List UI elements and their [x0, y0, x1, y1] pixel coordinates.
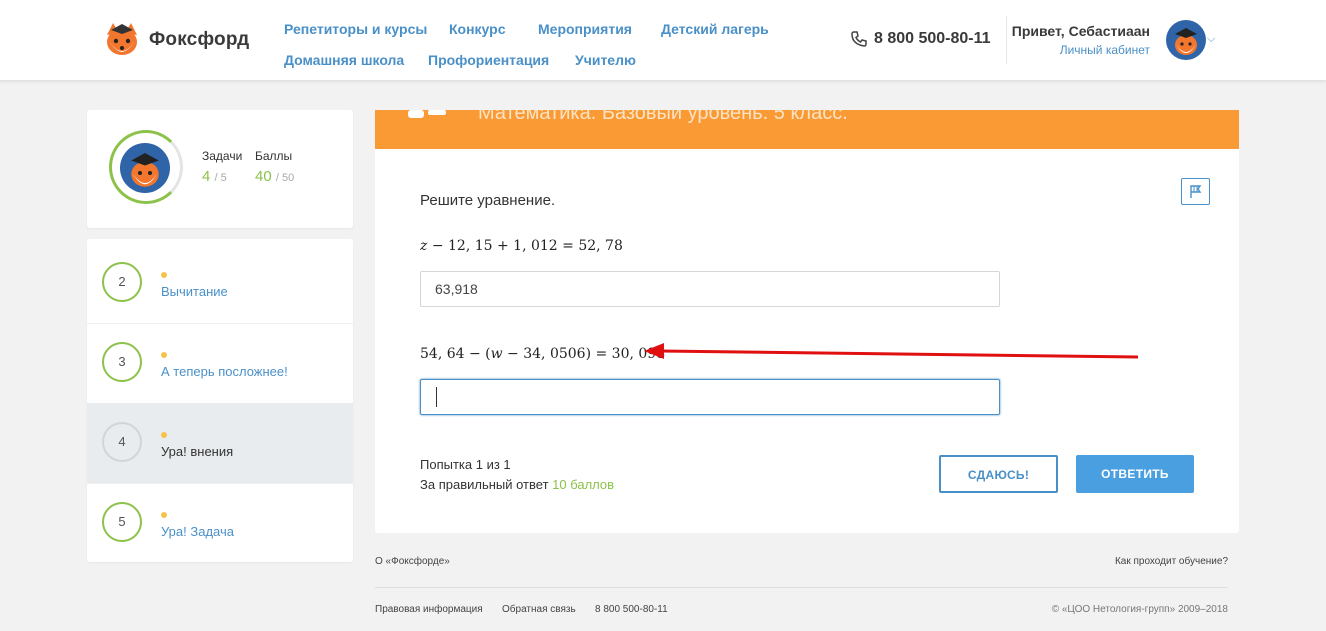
- points-info: За правильный ответ 10 баллов: [420, 475, 614, 495]
- nav-teacher[interactable]: Учителю: [575, 52, 636, 68]
- equation-2-prefix: 54, 64 − (: [420, 346, 491, 362]
- footer-feedback-link[interactable]: Обратная связь: [502, 604, 576, 615]
- task-item-5[interactable]: 5 Ура! Задача: [87, 483, 353, 562]
- course-banner: Математика. Базовый уровень. 5 класс.: [375, 110, 1239, 149]
- phone-number: 8 800 500-80-11: [874, 30, 991, 47]
- give-up-button[interactable]: СДАЮСЬ!: [939, 455, 1058, 493]
- points-total: / 50: [275, 172, 295, 184]
- nav-career[interactable]: Профориентация: [428, 52, 549, 68]
- task-title: Вычитание: [161, 284, 228, 299]
- red-arrow-annotation: [644, 343, 1139, 359]
- profile-avatar: [120, 143, 170, 193]
- equation-2-variable: w: [490, 346, 503, 362]
- fox-avatar-icon: [1175, 28, 1197, 55]
- course-icon: [408, 110, 446, 118]
- submit-button[interactable]: ОТВЕТИТЬ: [1076, 455, 1194, 493]
- cabinet-link[interactable]: Личный кабинет: [1012, 43, 1150, 57]
- copyright: © «ЦОО Нетология-групп» 2009–2018: [1051, 604, 1228, 615]
- points-value: 40: [255, 168, 272, 185]
- task-title: Ура! внения: [161, 444, 234, 459]
- greeting-text: Привет, Себастиаан: [1011, 23, 1150, 39]
- header: Фоксфорд Репетиторы и курсы Конкурс Меро…: [0, 0, 1326, 81]
- task-number: 3: [102, 342, 142, 382]
- answer-input-1[interactable]: 63,918: [420, 271, 1000, 307]
- tasks-value: 4: [202, 168, 211, 185]
- status-dot: [161, 352, 167, 358]
- status-dot: [161, 272, 167, 278]
- equation-2: 54, 64 − (w − 34, 0506) = 30, 098: [420, 346, 665, 362]
- problem-prompt: Решите уравнение.: [420, 192, 556, 209]
- task-number: 5: [102, 502, 142, 542]
- user-greeting: Привет, Себастиаан Личный кабинет: [1012, 23, 1150, 57]
- status-dot: [161, 432, 167, 438]
- equation-1: z − 12, 15 + 1, 012 = 52, 78: [420, 238, 623, 254]
- brand-logo[interactable]: Фоксфорд: [103, 21, 249, 59]
- task-title: Ура! Задача: [161, 524, 234, 539]
- brand-name: Фоксфорд: [149, 29, 250, 50]
- footer-legal-link[interactable]: Правовая информация: [375, 604, 483, 615]
- footer-phone[interactable]: 8 800 500-80-11: [595, 604, 668, 615]
- footer-howto-link[interactable]: Как проходит обучение?: [1115, 556, 1228, 567]
- nav-home-school[interactable]: Домашняя школа: [284, 52, 404, 68]
- status-dot: [161, 512, 167, 518]
- footer-about-link[interactable]: О «Фоксфорде»: [375, 556, 450, 567]
- course-title: Математика. Базовый уровень. 5 класс.: [478, 110, 848, 124]
- answer-input-2[interactable]: [420, 379, 1000, 415]
- flag-icon: [1189, 184, 1201, 198]
- equation-1-text: − 12, 15 + 1, 012 = 52, 78: [427, 238, 623, 254]
- fox-avatar-icon: [131, 153, 159, 187]
- task-item-2[interactable]: 2 Вычитание: [87, 243, 353, 324]
- text-caret: [436, 387, 437, 407]
- tasks-stat: Задачи 4 / 5: [202, 149, 242, 185]
- footer-divider: [375, 587, 1228, 588]
- nav-tutors[interactable]: Репетиторы и курсы: [284, 21, 427, 37]
- tasks-total: / 5: [214, 172, 227, 184]
- report-button[interactable]: [1181, 178, 1210, 205]
- task-item-4[interactable]: 4 Ура! внения: [87, 403, 353, 484]
- phone-icon: [851, 31, 867, 47]
- points-stat: Баллы 40 / 50: [255, 149, 294, 185]
- task-number: 4: [102, 422, 142, 462]
- task-title: А теперь посложнее!: [161, 364, 288, 379]
- progress-card: Задачи 4 / 5 Баллы 40 / 50: [87, 110, 353, 228]
- task-number: 2: [102, 262, 142, 302]
- task-list: 2 Вычитание 3 А теперь посложнее! 4 Ура!…: [87, 239, 353, 562]
- avatar[interactable]: [1166, 20, 1206, 60]
- attempt-info: Попытка 1 из 1 За правильный ответ 10 ба…: [420, 455, 614, 495]
- task-item-3[interactable]: 3 А теперь посложнее!: [87, 323, 353, 404]
- points-amount: 10 баллов: [552, 477, 615, 492]
- tasks-label: Задачи: [202, 149, 243, 163]
- points-label: Баллы: [255, 149, 293, 163]
- nav-contest[interactable]: Конкурс: [449, 21, 506, 37]
- fox-logo-icon: [107, 23, 137, 55]
- attempt-count: Попытка 1 из 1: [420, 457, 511, 472]
- nav-camp[interactable]: Детский лагерь: [661, 21, 769, 37]
- header-phone[interactable]: 8 800 500-80-11: [851, 30, 991, 48]
- points-prefix: За правильный ответ: [420, 477, 553, 492]
- nav-events[interactable]: Мероприятия: [538, 21, 632, 37]
- header-divider: [1006, 16, 1007, 64]
- chevron-down-icon[interactable]: ⌵: [1207, 33, 1215, 46]
